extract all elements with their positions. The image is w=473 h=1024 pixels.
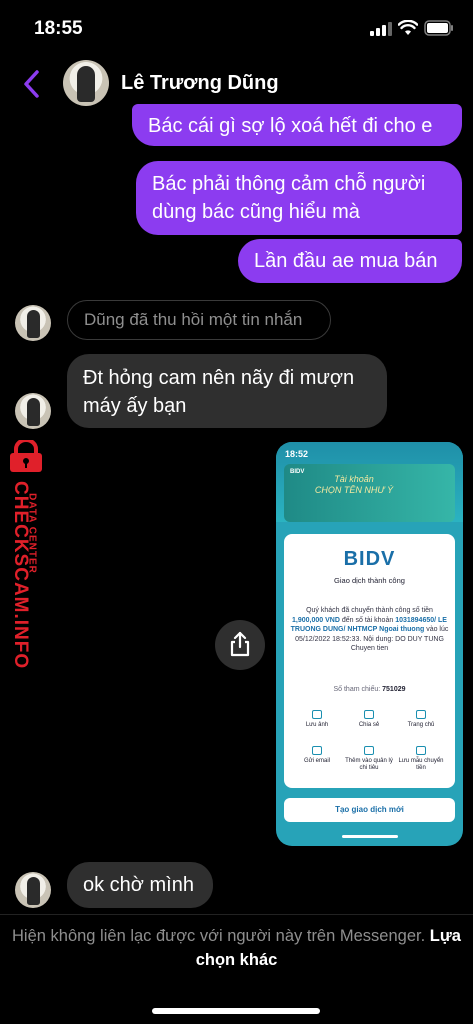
detail-text: đến số tài khoản <box>341 616 394 624</box>
transfer-amount: 1,900,000 VND <box>292 616 340 624</box>
document-icon <box>416 746 426 755</box>
message-text: máy ấy bạn <box>83 395 187 417</box>
wifi-icon <box>398 20 418 35</box>
message-text: Bác cái gì sợ lộ xoá hết đi cho e <box>148 115 433 137</box>
message-text: dùng bác cũng hiểu mà <box>152 201 360 223</box>
checkscam-watermark: DATA CENTER CHECKSCAM.INFO <box>0 440 56 670</box>
new-transaction-button: Tạo giao dịch mới <box>284 798 455 822</box>
status-bar: 18:55 <box>0 0 473 56</box>
status-time: 18:55 <box>34 18 83 39</box>
cellular-signal-icon <box>370 22 392 36</box>
battery-icon <box>424 20 453 36</box>
share-icon <box>364 710 374 719</box>
share-button[interactable] <box>215 620 265 670</box>
send-email-action: Gửi email <box>290 746 344 765</box>
save-image-action: Lưu ảnh <box>290 710 344 729</box>
footer-notice: Hiện không liên lạc được với người này t… <box>12 927 426 945</box>
attachment-promo-banner: BIDV Tài khoản CHỌN TÊN NHƯ Ý <box>284 464 455 522</box>
image-icon <box>312 710 322 719</box>
transaction-detail: Quý khách đã chuyển thành công số tiền 1… <box>290 606 449 654</box>
attachment-home-indicator <box>342 835 398 838</box>
contact-avatar[interactable] <box>63 60 109 106</box>
mail-icon <box>312 746 322 755</box>
banner-text-line: Tài khoản <box>334 474 374 484</box>
home-action: Trang chủ <box>394 710 448 729</box>
message-bubble-received[interactable]: ok chờ mình <box>67 862 213 908</box>
message-bubble-sent[interactable]: Lần đầu ae mua bán <box>238 239 462 283</box>
reference-value: 751029 <box>382 686 406 693</box>
message-text: Đt hỏng cam nên nãy đi mượn <box>83 367 355 389</box>
unsent-message-notice: Dũng đã thu hồi một tin nhắn <box>67 300 331 340</box>
home-icon <box>416 710 426 719</box>
reference-number: Số tham chiếu: 751029 <box>284 686 455 693</box>
back-chevron-icon[interactable] <box>20 66 44 102</box>
sender-avatar[interactable] <box>15 872 51 908</box>
message-bubble-sent[interactable]: Bác cái gì sợ lộ xoá hết đi cho e <box>132 104 462 146</box>
share-action: Chia sẻ <box>342 710 396 729</box>
message-text: Bác phải thông cảm chỗ người <box>152 173 426 195</box>
contact-name[interactable]: Lê Trương Dũng <box>121 72 279 95</box>
transaction-receipt-card: BIDV Giao dịch thành công Quý khách đã c… <box>284 534 455 788</box>
sender-avatar[interactable] <box>15 305 51 341</box>
footer-divider <box>0 914 473 915</box>
detail-text: Quý khách đã chuyển thành công số tiền <box>306 607 433 614</box>
message-bubble-received[interactable]: Đt hỏng cam nên nãy đi mượn máy ấy bạn <box>67 354 387 428</box>
save-template-action: Lưu mẫu chuyển tiền <box>394 746 448 772</box>
home-indicator[interactable] <box>152 1008 320 1014</box>
message-text: ok chờ mình <box>83 874 194 896</box>
unavailable-footer: Hiện không liên lạc được với người này t… <box>0 924 473 972</box>
message-bubble-sent[interactable]: Bác phải thông cảm chỗ người dùng bác cũ… <box>136 161 462 235</box>
success-title: Giao dịch thành công <box>334 576 405 585</box>
bank-logo: BIDV <box>343 548 396 570</box>
banner-text: Tài khoản CHỌN TÊN NHƯ Ý <box>314 474 394 496</box>
share-icon <box>230 631 250 657</box>
add-expense-action: Thêm vào quản lý chi tiêu <box>342 746 396 772</box>
banner-logo: BIDV <box>290 469 305 475</box>
sender-avatar[interactable] <box>15 393 51 429</box>
watermark-brand: CHECKSCAM.INFO <box>10 481 31 670</box>
attachment-status-time: 18:52 <box>285 449 309 459</box>
reference-label: Số tham chiếu: <box>333 686 381 693</box>
attached-image[interactable]: 18:52 BIDV Tài khoản CHỌN TÊN NHƯ Ý BIDV… <box>276 442 463 846</box>
message-text: Lần đầu ae mua bán <box>254 250 438 272</box>
clipboard-icon <box>364 746 374 755</box>
banner-text-line: CHỌN TÊN NHƯ Ý <box>314 485 394 495</box>
